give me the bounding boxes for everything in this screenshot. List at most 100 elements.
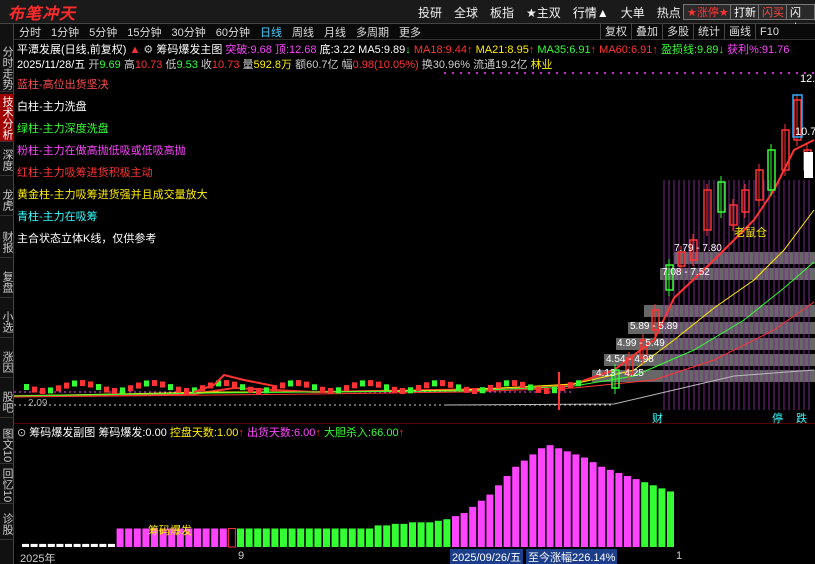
kill-bar [125,528,133,547]
tab-technical[interactable]: 技术分析 [0,94,14,142]
stock-name: 平潭发展(日线,前复权) [17,44,127,56]
tab-pick[interactable]: 小选 [0,306,14,338]
down-arrow-icon: ↓ [718,44,724,56]
nav-research[interactable]: 投研 [412,4,448,21]
period-60min[interactable]: 60分钟 [211,24,255,40]
tab-dragon-tiger[interactable]: 龙虎 [0,184,14,216]
nav-quotes[interactable]: 行情▲ [567,4,615,21]
candle [104,386,109,393]
candle [288,380,293,387]
ma18-value: 9.44 [445,44,468,56]
candle [112,387,117,394]
kill-bar [598,466,606,547]
control-label: 控盘天数: [169,427,217,439]
kill-bar [219,528,227,547]
kill-bar [615,472,623,547]
candle [224,380,229,387]
candle [296,380,301,387]
candle [544,387,549,394]
period-monthly[interactable]: 月线 [319,24,351,40]
tab-finance[interactable]: 财报 [0,226,14,258]
kill-bar [47,543,55,547]
candle [400,387,405,394]
candle [168,384,173,391]
legend-item: 粉柱-主力在做高抛低吸或低吸高抛 [17,145,186,157]
kill-bar [443,519,451,547]
up-arrow-icon: ↑ [528,44,535,56]
period-multi[interactable]: 多周期 [351,24,394,40]
top-value: 12.68 [289,44,317,56]
kill-bar [245,528,253,547]
candle [80,380,85,387]
open-label: 开 [88,59,100,71]
period-15min[interactable]: 15分钟 [122,24,166,40]
kill-label: 大胆杀入: [323,427,372,439]
stop-loss-label: 盈损线: [660,44,698,56]
candle [304,381,309,388]
breakthrough-value: 9.68 [250,44,272,56]
control-value: 1.00 [216,427,239,439]
sub-chart-header: ⊙ 筹码爆发副图 筹码爆发:0.00 控盘天数:1.00↑ 出货天数:6.00↑… [14,424,815,439]
flash-buy-button[interactable]: 闪买 [758,4,788,20]
tool-draw[interactable]: 画线 [724,24,755,40]
candle [24,384,29,390]
period-1min[interactable]: 1分钟 [46,24,84,40]
high-label: 高 [123,59,135,71]
kill-bar [56,543,64,547]
nav-global[interactable]: 全球 [448,4,484,21]
tool-multi[interactable]: 多股 [662,24,693,40]
period-30min[interactable]: 30分钟 [167,24,211,40]
rising-limit-button[interactable]: ★涨停★ [683,4,733,20]
tool-adjust[interactable]: 复权 [600,24,631,40]
tab-memory[interactable]: 回忆10 [0,468,14,504]
nav-hotspot[interactable]: 热点 [651,4,687,21]
nav-big-order[interactable]: 大单 [615,4,651,21]
tab-forum[interactable]: 股吧 [0,386,14,418]
sub-chart-title[interactable]: 筹码爆发副图 [29,427,95,439]
kill-bar [374,525,382,547]
candle [496,382,501,389]
stop-loss-value: 9.89 [697,44,719,56]
kill-bar [348,528,356,547]
breakthrough-label: 突破: [225,44,251,56]
tab-diagnose[interactable]: 诊股 [0,508,14,540]
kill-bar [512,466,520,547]
tab-reason[interactable]: 涨因 [0,346,14,378]
collapse-icon[interactable]: ⊙ [17,427,26,439]
kill-bar [606,469,614,547]
nav-main-double[interactable]: ★主双 [520,4,567,21]
period-daily[interactable]: 日线 [255,24,287,40]
candle [576,380,581,387]
period-tick[interactable]: 分时 [14,24,46,40]
high-value: 10.73 [134,59,163,71]
volume-value: 592.8万 [253,59,293,71]
tab-graphic[interactable]: 图文10 [0,428,14,464]
candle [144,380,149,387]
flash-sell-button[interactable]: 闪卖 [786,4,815,35]
candle [232,381,237,388]
tab-review[interactable]: 复盘 [0,266,14,298]
period-5min[interactable]: 5分钟 [84,24,122,40]
tab-intraday[interactable]: 分时走势 [0,44,14,92]
kill-bar [624,476,631,547]
turnover-label: 换 [421,59,433,71]
tool-f10[interactable]: F10 [755,24,783,40]
period-weekly[interactable]: 周线 [287,24,319,40]
indicator-name[interactable]: 筹码爆发主图 [156,44,222,56]
ma35-value: 6.91 [569,44,591,56]
new-ipo-button[interactable]: 打新 [730,4,760,20]
gear-icon[interactable]: ⚙ [143,44,153,56]
tool-overlay[interactable]: 叠加 [631,24,662,40]
period-more[interactable]: 更多 [394,24,426,40]
nav-index[interactable]: 板指 [484,4,520,21]
legend-item: 绿柱-主力深度洗盘 [17,123,109,135]
tool-stats[interactable]: 统计 [693,24,724,40]
sector-tag[interactable]: 林业 [531,59,553,71]
candle [368,380,373,387]
kill-bar [366,528,373,547]
turnover-value: 30.96% [432,59,471,71]
bottom-value: 3.22 [333,44,356,56]
sub-chart[interactable] [14,439,815,549]
zone-label: 4.13 - 4.25 [596,368,644,379]
tab-depth[interactable]: 深度 [0,144,14,176]
